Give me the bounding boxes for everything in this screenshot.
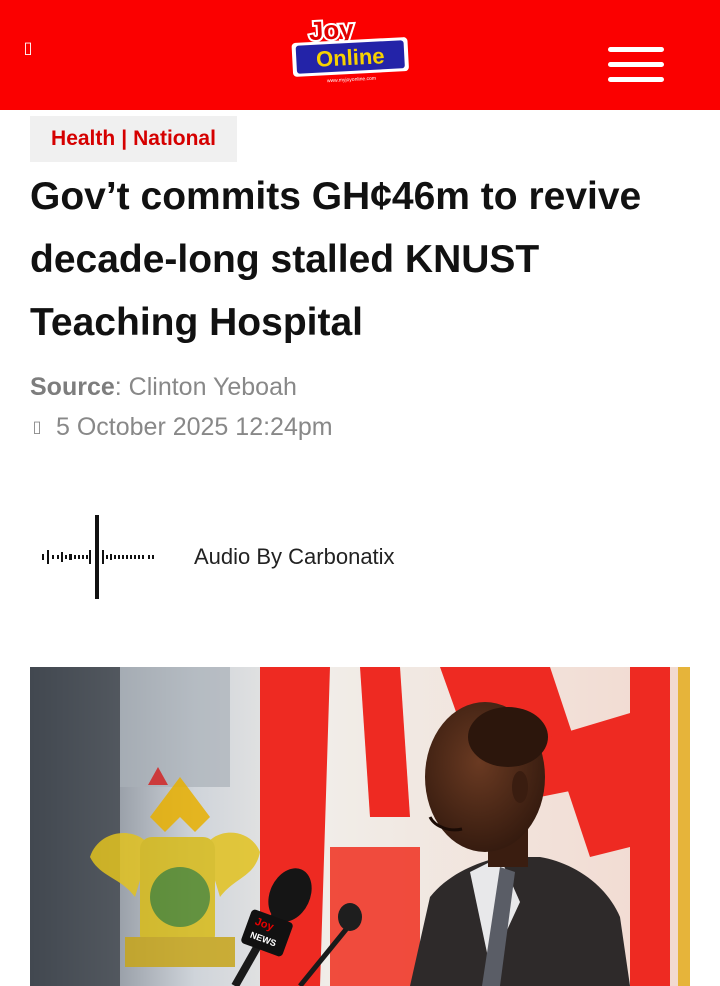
hero-photo: Joy NEWS — [30, 667, 690, 986]
hero-image: Joy NEWS — [30, 667, 690, 986]
article-title: Gov’t commits GH¢46m to revive decade-lo… — [30, 175, 642, 344]
source-separator: : — [114, 373, 122, 401]
category-separator: | — [121, 127, 128, 150]
category-health[interactable]: Health — [51, 127, 115, 151]
hamburger-menu-icon[interactable] — [608, 47, 664, 83]
category-tag[interactable]: Health | National — [30, 116, 237, 162]
joy-online-logo[interactable]: Joy Joy Online www.myjoyonline.com — [288, 12, 412, 92]
category-national[interactable]: National — [133, 127, 216, 151]
article-source: Source: Clinton Yeboah — [30, 370, 297, 404]
audio-waveform-icon[interactable] — [38, 512, 158, 602]
date-text: 5 October 2025 12:24pm — [56, 413, 333, 441]
clock-icon: ▯ — [32, 417, 42, 436]
logo-online-text: Online — [315, 43, 385, 72]
unknown-glyph-icon[interactable]: ▯ — [20, 36, 36, 60]
article-date: ▯ 5 October 2025 12:24pm — [30, 410, 333, 444]
top-header: ▯ Joy Joy Online www.myjoyonline.com — [0, 0, 720, 110]
menu-bar — [608, 62, 664, 67]
source-author: Clinton Yeboah — [128, 373, 297, 401]
source-label: Source — [30, 373, 115, 401]
menu-bar — [608, 77, 664, 82]
menu-bar — [608, 47, 664, 52]
logo-url-text: www.myjoyonline.com — [327, 76, 376, 85]
audio-label[interactable]: Audio By Carbonatix — [194, 543, 395, 571]
